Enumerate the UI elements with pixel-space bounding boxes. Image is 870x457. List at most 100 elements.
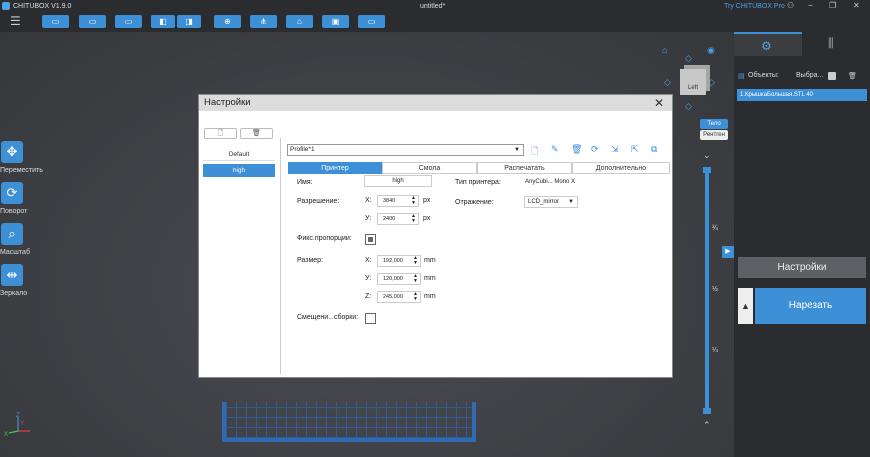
view-cube[interactable]: Left: [680, 69, 706, 95]
import-profile-icon[interactable]: 🗋: [531, 144, 538, 160]
dialog-body: 🗋 🗑 Default high Profile*1 ▼ 🗋 ✎ 🗑 ⟳ ⇲ ⇱…: [199, 111, 672, 377]
scale-tool-label: Масштаб: [0, 249, 30, 256]
menu-icon[interactable]: ☰: [10, 14, 21, 28]
redo-button[interactable]: ◨: [177, 15, 201, 28]
delete-icon[interactable]: 🗑: [571, 144, 582, 155]
size-y-label: У:: [365, 275, 372, 282]
printer-type-label: Тип принтера:: [455, 179, 501, 186]
build-plate: [222, 402, 476, 442]
name-label: Имя:: [297, 179, 313, 186]
profile-select[interactable]: Profile*1 ▼: [287, 144, 524, 156]
save-file-button[interactable]: ▭: [79, 15, 106, 28]
arrange-button[interactable]: ⋔: [250, 15, 277, 28]
resolution-label: Разрешение:: [297, 198, 340, 205]
divider: [280, 138, 281, 374]
fix-proportions-checkbox[interactable]: [365, 234, 376, 245]
undo-button[interactable]: ◧: [151, 15, 175, 28]
import-button[interactable]: ▭: [115, 15, 142, 28]
export-icon[interactable]: ⇲: [611, 144, 619, 155]
slider-up-icon[interactable]: ⌃: [703, 420, 711, 431]
tab-objects[interactable]: ⚙: [734, 32, 802, 56]
share-icon[interactable]: ⇱: [631, 144, 639, 155]
delete-profile-button[interactable]: 🗑: [240, 128, 273, 139]
maximize-button[interactable]: ❐: [829, 1, 836, 10]
move-tool-button[interactable]: ✥: [1, 141, 23, 163]
try-pro-link[interactable]: Try CHITUBOX Pro: [724, 3, 785, 10]
gear-icon: ⚙: [761, 39, 772, 53]
stepper-icon[interactable]: ▲ ▼: [413, 274, 418, 284]
res-x-input[interactable]: 3840 ▲ ▼: [377, 195, 419, 207]
expand-panel-button[interactable]: ▶: [722, 246, 734, 258]
chevron-right-icon[interactable]: ◇: [708, 77, 715, 88]
trash-icon[interactable]: 🗑: [848, 72, 857, 80]
axes-indicator: Z Y X: [4, 413, 30, 437]
move-tool-label: Переместить: [0, 167, 43, 174]
main-toolbar: ☰ ▭ ▭ ▭ ◧ ◨ ⊕ ⋔ ⌂ ▣ ▭: [0, 12, 870, 32]
tab-advanced[interactable]: Дополнительно: [572, 162, 670, 174]
app-logo-icon: [2, 2, 10, 10]
close-window-button[interactable]: ✕: [853, 1, 860, 10]
scale-tool-button[interactable]: ⌕: [1, 223, 23, 245]
minimize-button[interactable]: −: [808, 1, 813, 10]
object-list-item[interactable]: 1.КрышкаБольшая.STL 40: [737, 89, 867, 101]
layer-slider[interactable]: [703, 167, 711, 414]
size-x-unit: mm: [424, 257, 436, 264]
body-view-button[interactable]: Тело: [700, 119, 728, 129]
home-view-icon[interactable]: ⌂: [662, 45, 667, 55]
columns-icon: ⫼: [828, 36, 834, 50]
profile-item-default[interactable]: Default: [203, 148, 275, 161]
xray-view-button[interactable]: Рентген: [700, 130, 728, 140]
chevron-up-icon[interactable]: ◇: [685, 53, 692, 64]
tab-print[interactable]: Распечатать: [477, 162, 572, 174]
select-all-checkbox[interactable]: [828, 72, 836, 80]
size-y-input[interactable]: 120,000 ▲ ▼: [377, 273, 421, 285]
size-y-value: 120,000: [383, 276, 403, 282]
slice-options-button[interactable]: ▲: [738, 288, 753, 324]
size-x-label: X:: [365, 257, 372, 264]
settings-dialog: Настройки ✕ 🗋 🗑 Default high Profile*1 ▼…: [198, 94, 673, 378]
open-file-button[interactable]: ▭: [42, 15, 69, 28]
name-input[interactable]: high: [364, 175, 432, 187]
tab-resin[interactable]: Смола: [382, 162, 477, 174]
stepper-icon[interactable]: ▲ ▼: [411, 196, 416, 206]
refresh-icon[interactable]: ⟳: [591, 144, 599, 155]
eye-icon[interactable]: ◉: [707, 45, 715, 56]
slider-bottom-handle[interactable]: [703, 408, 711, 414]
chevron-down-icon[interactable]: ◇: [685, 101, 692, 112]
objects-icon: ▤: [738, 73, 745, 80]
slice-button[interactable]: Нарезать: [755, 288, 866, 324]
chevron-left-icon[interactable]: ◇: [664, 77, 671, 88]
rotate-tool-label: Поворот: [0, 208, 28, 215]
slider-down-icon[interactable]: ⌄: [703, 150, 711, 161]
close-icon[interactable]: ✕: [654, 95, 664, 111]
stepper-icon[interactable]: ▲ ▼: [411, 214, 416, 224]
file-icon: 🗋: [217, 130, 224, 137]
size-x-input[interactable]: 192,000 ▲ ▼: [377, 255, 421, 267]
offset-checkbox[interactable]: [365, 313, 376, 324]
profile-item-high[interactable]: high: [203, 164, 275, 177]
stepper-icon[interactable]: ▲ ▼: [413, 256, 418, 266]
mirror-tool-button[interactable]: ⇹: [1, 264, 23, 286]
rotate-tool-button[interactable]: ⟳: [1, 182, 23, 204]
slider-top-handle[interactable]: [703, 167, 711, 173]
mirror-icon: ⇹: [6, 267, 18, 282]
res-y-label: У:: [365, 215, 372, 222]
layout-button[interactable]: ▭: [358, 15, 385, 28]
stepper-icon[interactable]: ▲ ▼: [413, 292, 418, 302]
add-model-button[interactable]: ⊕: [214, 15, 241, 28]
size-label: Размер:: [297, 257, 324, 264]
tab-supports[interactable]: ⫼: [802, 32, 870, 56]
res-y-input[interactable]: 2400 ▲ ▼: [377, 213, 419, 225]
new-profile-button[interactable]: 🗋: [204, 128, 237, 139]
res-y-unit: px: [423, 215, 431, 222]
settings-button[interactable]: Настройки: [738, 257, 866, 278]
support-button[interactable]: ⌂: [286, 15, 313, 28]
view-button[interactable]: ▣: [322, 15, 349, 28]
copy-icon[interactable]: ⧉: [651, 144, 657, 155]
size-z-input[interactable]: 245,000 ▲ ▼: [377, 291, 421, 303]
user-icon[interactable]: ⚇: [787, 1, 794, 10]
edit-icon[interactable]: ✎: [551, 144, 559, 155]
tab-printer[interactable]: Принтер: [288, 162, 382, 174]
move-icon: ✥: [6, 144, 18, 159]
mirror-select[interactable]: LCD_mirror ▼: [524, 196, 578, 208]
